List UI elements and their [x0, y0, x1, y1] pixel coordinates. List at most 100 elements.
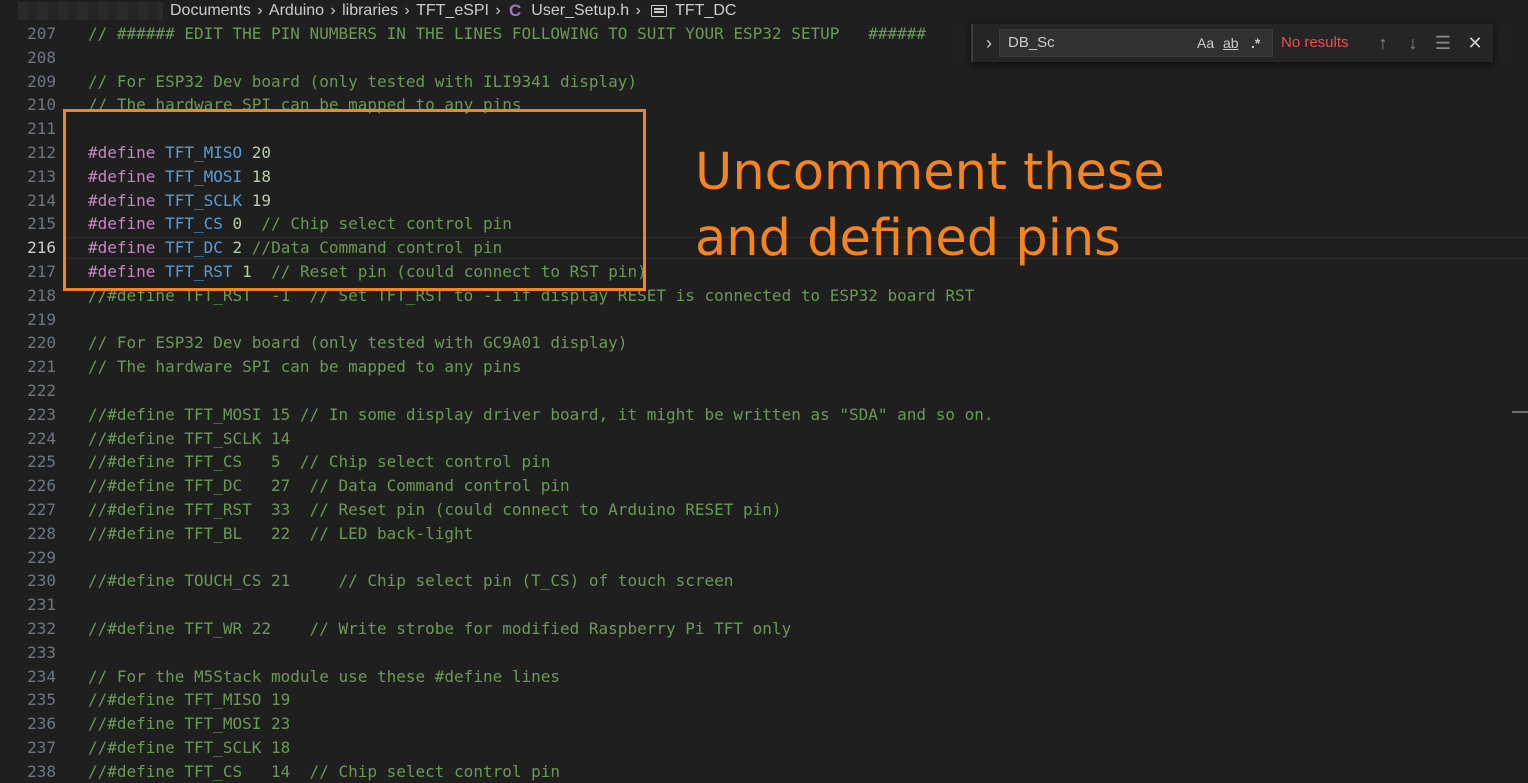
chevron-right-icon: ›: [330, 2, 336, 19]
code-text: //#define TFT_CS 5 // Chip select contro…: [88, 450, 550, 474]
symbol-constant-icon: [651, 5, 668, 17]
annotation-text: Uncomment these and defined pins: [695, 140, 1215, 272]
code-line[interactable]: 221 // The hardware SPI can be mapped to …: [0, 355, 1528, 379]
code-line[interactable]: 232 //#define TFT_WR 22 // Write strobe f…: [0, 617, 1528, 641]
code-token: //#define TFT_MOSI 15 // In some display…: [88, 404, 994, 424]
line-number: 212: [27, 143, 56, 162]
code-line[interactable]: 223 //#define TFT_MOSI 15 // In some disp…: [0, 403, 1528, 427]
code-line[interactable]: 233: [0, 641, 1528, 665]
line-number: 223: [27, 404, 56, 424]
code-line[interactable]: 234 // For the M5Stack module use these #…: [0, 665, 1528, 689]
line-number: 237: [27, 738, 56, 757]
code-text: //#define TFT_DC 27 // Data Command cont…: [88, 474, 570, 498]
code-token: //#define TFT_MISO 19: [88, 690, 291, 710]
code-token: // For the M5Stack module use these #def…: [88, 666, 561, 686]
close-icon[interactable]: ✕: [1463, 31, 1487, 55]
line-number: 234: [27, 666, 56, 686]
code-line[interactable]: 235 //#define TFT_MISO 19: [0, 688, 1528, 712]
code-line[interactable]: 209 // For ESP32 Dev board (only tested w…: [0, 70, 1528, 94]
code-token: //#define TFT_CS 5 // Chip select contro…: [88, 452, 551, 472]
annotation-line-2: and defined pins: [695, 209, 1121, 268]
annotation-line-1: Uncomment these: [695, 143, 1165, 202]
code-line[interactable]: 238 //#define TFT_CS 14 // Chip select co…: [0, 760, 1528, 783]
scrollbar-marker: [1512, 411, 1528, 413]
previous-match-arrow-up-icon[interactable]: ↑: [1371, 31, 1395, 55]
line-number: 238: [27, 761, 56, 781]
code-line[interactable]: 229: [0, 546, 1528, 570]
code-line[interactable]: 219: [0, 308, 1528, 332]
regex-toggle[interactable]: .*: [1251, 33, 1260, 53]
code-text: //#define TFT_RST 33 // Reset pin (could…: [88, 498, 782, 522]
breadcrumb: Documents › Arduino › libraries › TFT_eS…: [0, 0, 1528, 22]
code-text: //#define TFT_WR 22 // Write strobe for …: [88, 617, 791, 641]
code-text: //#define TFT_SCLK 14: [88, 427, 290, 451]
line-number: 207: [27, 24, 56, 43]
code-line[interactable]: 230 //#define TOUCH_CS 21 // Chip select …: [0, 569, 1528, 593]
line-number: 218: [27, 285, 56, 305]
next-match-arrow-down-icon[interactable]: ↓: [1401, 31, 1425, 55]
annotation-highlight-box: [63, 109, 646, 291]
code-line[interactable]: 226 //#define TFT_DC 27 // Data Command c…: [0, 474, 1528, 498]
match-case-toggle[interactable]: Aa: [1197, 33, 1214, 53]
line-number: 221: [27, 357, 56, 377]
code-text: // ###### EDIT THE PIN NUMBERS IN THE LI…: [88, 22, 926, 46]
line-number: 226: [27, 476, 56, 496]
code-token: //#define TFT_DC 27 // Data Command cont…: [88, 476, 570, 496]
toggle-replace-chevron-icon[interactable]: ›: [981, 32, 997, 54]
line-number: 235: [27, 690, 56, 710]
code-token: //#define TOUCH_CS 21 // Chip select pin…: [88, 571, 734, 591]
breadcrumb-item-file[interactable]: User_Setup.h: [529, 2, 631, 20]
c-file-icon: C: [509, 1, 522, 20]
line-number: 233: [27, 642, 56, 662]
line-number: 225: [27, 452, 56, 472]
line-number: 209: [27, 71, 56, 91]
code-line[interactable]: 237 //#define TFT_SCLK 18: [0, 736, 1528, 760]
find-in-selection-icon[interactable]: ☰: [1431, 31, 1455, 55]
code-text: //#define TOUCH_CS 21 // Chip select pin…: [88, 569, 733, 593]
code-token: // The hardware SPI can be mapped to any…: [88, 357, 522, 377]
find-widget: › DB_Sc Aa ab .* No results ↑ ↓ ☰ ✕: [971, 24, 1493, 62]
line-number: 228: [27, 523, 56, 543]
code-text: // The hardware SPI can be mapped to any…: [88, 355, 521, 379]
line-number: 220: [27, 333, 56, 353]
code-line[interactable]: 220 // For ESP32 Dev board (only tested w…: [0, 331, 1528, 355]
line-number: 231: [27, 595, 56, 615]
line-number: 222: [27, 381, 56, 400]
line-number: 215: [27, 214, 56, 234]
breadcrumb-item-tft-espi[interactable]: TFT_eSPI: [414, 2, 491, 20]
code-text: // For ESP32 Dev board (only tested with…: [88, 70, 637, 94]
breadcrumb-items: Documents › Arduino › libraries › TFT_eS…: [168, 0, 738, 22]
code-line[interactable]: 228 //#define TFT_BL 22 // LED back-light: [0, 522, 1528, 546]
breadcrumb-item-arduino[interactable]: Arduino: [267, 2, 326, 20]
code-token: //#define TFT_SCLK 14: [88, 428, 291, 448]
breadcrumb-item-documents[interactable]: Documents: [168, 2, 253, 20]
find-status: No results: [1281, 34, 1349, 51]
code-line[interactable]: 224 //#define TFT_SCLK 14: [0, 427, 1528, 451]
code-line[interactable]: 236 //#define TFT_MOSI 23: [0, 712, 1528, 736]
line-number: 213: [27, 166, 56, 186]
code-text: //#define TFT_MOSI 23: [88, 712, 290, 736]
line-number: 224: [27, 428, 56, 448]
code-line[interactable]: 222: [0, 379, 1528, 403]
code-text: //#define TFT_BL 22 // LED back-light: [88, 522, 473, 546]
line-number: 214: [27, 190, 56, 210]
whole-word-toggle[interactable]: ab: [1223, 33, 1239, 53]
code-line[interactable]: 231: [0, 593, 1528, 617]
chevron-right-icon: ›: [257, 2, 263, 19]
code-text: // For ESP32 Dev board (only tested with…: [88, 331, 627, 355]
breadcrumb-item-symbol[interactable]: TFT_DC: [673, 2, 738, 20]
line-number: 227: [27, 500, 56, 519]
code-token: // For ESP32 Dev board (only tested with…: [88, 71, 638, 91]
line-number: 236: [27, 714, 56, 734]
line-number: 208: [27, 47, 56, 67]
chevron-right-icon: ›: [495, 2, 501, 19]
line-number: 211: [27, 119, 56, 139]
chevron-right-icon: ›: [404, 2, 410, 19]
code-token: //#define TFT_WR 22 // Write strobe for …: [88, 619, 792, 638]
code-text: //#define TFT_MOSI 15 // In some display…: [88, 403, 993, 427]
code-line[interactable]: 225 //#define TFT_CS 5 // Chip select con…: [0, 450, 1528, 474]
code-text: //#define TFT_SCLK 18: [88, 736, 290, 760]
code-line[interactable]: 227 //#define TFT_RST 33 // Reset pin (co…: [0, 498, 1528, 522]
breadcrumb-item-libraries[interactable]: libraries: [340, 2, 400, 20]
chevron-right-icon: ›: [635, 2, 641, 19]
